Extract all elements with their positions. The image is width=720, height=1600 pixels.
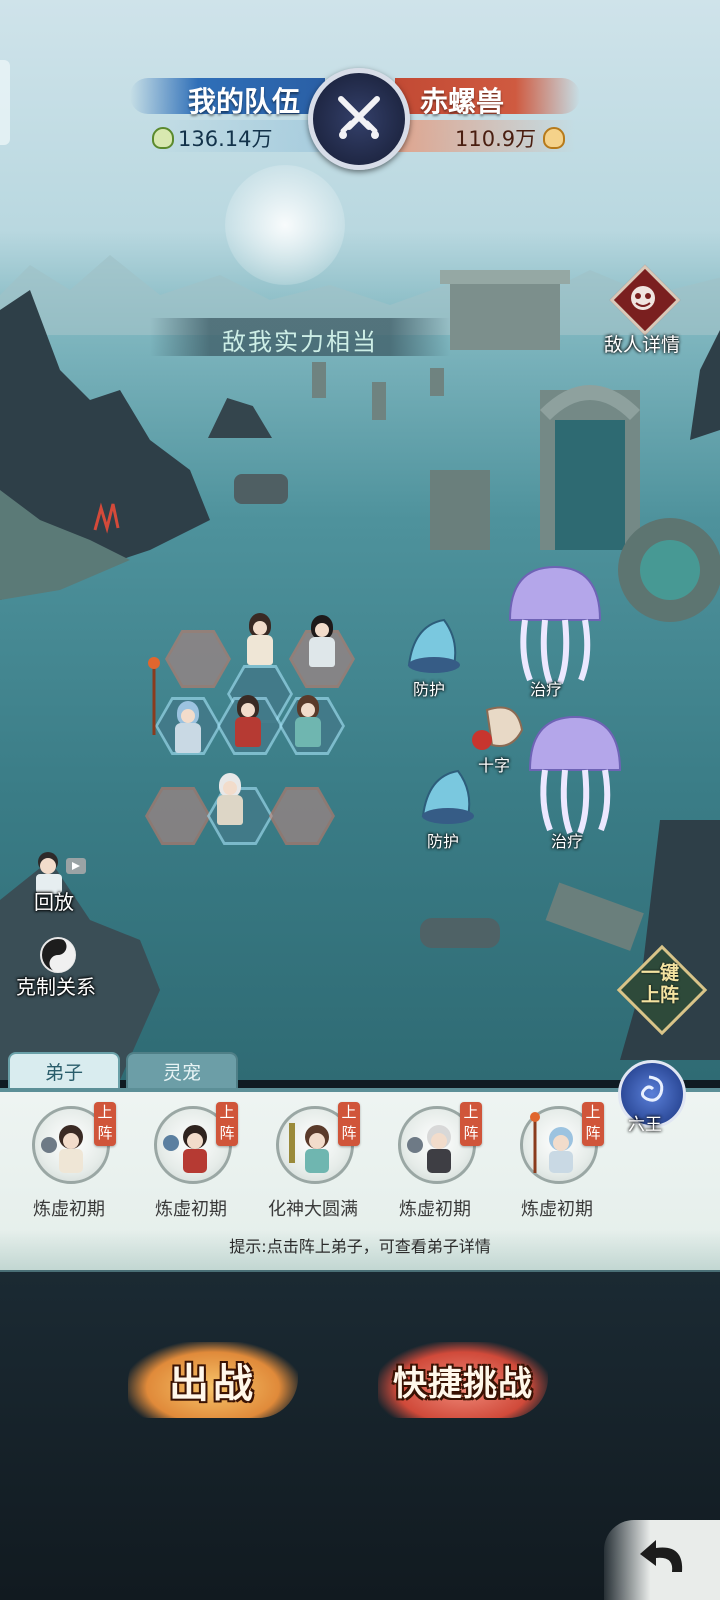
enemy-detail-label: 敌人详情 xyxy=(604,334,681,356)
my-team-banner: 我的队伍 xyxy=(130,78,325,118)
auto-deploy-label: 一键 上阵 xyxy=(640,962,679,1006)
strength-comparison-text: 敌我实力相当 xyxy=(222,328,378,356)
staff-icon xyxy=(148,657,160,735)
formation-slot[interactable] xyxy=(165,630,231,688)
jellyfish-enemy-icon[interactable] xyxy=(505,565,605,685)
battle-button-label: 出战 xyxy=(169,1360,257,1407)
deploy-tag: 上阵 xyxy=(216,1102,238,1146)
roster-slot[interactable]: 上阵 化神大圆满 xyxy=(258,1102,368,1222)
roster-slot[interactable]: 上阵 炼虚初期 xyxy=(380,1102,490,1222)
roster-slot[interactable]: 上阵 炼虚初期 xyxy=(502,1102,612,1222)
clam-enemy-icon[interactable] xyxy=(418,766,478,826)
rock xyxy=(420,918,500,948)
cultivation-rank: 炼虚初期 xyxy=(399,1199,471,1220)
back-arrow-icon xyxy=(640,1540,683,1572)
replay-button[interactable]: 回放 xyxy=(26,848,96,918)
deploy-tag: 上阵 xyxy=(338,1102,360,1146)
six-kings-label: 六王 xyxy=(628,1115,662,1135)
deploy-tag: 上阵 xyxy=(460,1102,482,1146)
enemy-role-label: 治疗 xyxy=(530,680,563,699)
enemy-power: 110.9万 xyxy=(385,120,575,152)
enemy-role-label: 十字 xyxy=(478,756,511,775)
formation-slot[interactable] xyxy=(145,787,211,845)
pillar xyxy=(312,362,326,398)
my-team-name: 我的队伍 xyxy=(187,85,300,118)
yin-yang-icon xyxy=(40,937,76,973)
enemy-role-label: 防护 xyxy=(413,680,446,699)
tab-disciples[interactable]: 弟子 xyxy=(8,1052,120,1092)
pillar xyxy=(372,382,386,420)
enemy-power-value: 110.9万 xyxy=(455,127,537,151)
counter-relations-button[interactable]: 克制关系 xyxy=(16,935,116,1005)
enemy-team-name: 赤螺兽 xyxy=(420,85,505,118)
pet-unit[interactable] xyxy=(171,701,205,757)
quick-challenge-button[interactable]: 快捷挑战 xyxy=(378,1342,548,1418)
deploy-tag: 上阵 xyxy=(582,1102,604,1146)
battle-button[interactable]: 出战 xyxy=(128,1342,298,1418)
counter-relations-label: 克制关系 xyxy=(16,975,96,999)
enemy-role-label: 治疗 xyxy=(551,832,584,851)
hermit-crab-enemy-icon[interactable] xyxy=(462,700,528,756)
cultivation-rank: 化神大圆满 xyxy=(268,1199,358,1220)
disciple-unit[interactable] xyxy=(291,695,325,751)
cultivation-rank: 炼虚初期 xyxy=(33,1199,105,1220)
right-rocks xyxy=(545,820,720,1060)
jellyfish-enemy-icon[interactable] xyxy=(525,715,625,835)
clam-enemy-icon[interactable] xyxy=(404,615,464,675)
disciple-unit[interactable] xyxy=(213,773,247,829)
rock xyxy=(234,474,288,504)
disciple-unit[interactable] xyxy=(231,695,265,751)
hint-text: 提示:点击阵上弟子，可查看弟子详情 xyxy=(229,1237,491,1256)
disciple-unit[interactable] xyxy=(243,613,277,669)
enemy-detail-button[interactable]: 敌人详情 xyxy=(604,264,692,356)
deploy-tag: 上阵 xyxy=(94,1102,116,1146)
cultivation-rank: 炼虚初期 xyxy=(521,1199,593,1220)
my-power-value: 136.14万 xyxy=(178,127,273,151)
battle-header: 我的队伍 赤螺兽 136.14万 110.9万 xyxy=(0,68,720,180)
enemy-team-banner: 赤螺兽 xyxy=(395,78,580,118)
tab-spirit-pets[interactable]: 灵宠 xyxy=(126,1052,238,1092)
pillar xyxy=(430,368,444,396)
lotus-icon xyxy=(152,127,174,149)
back-button[interactable] xyxy=(604,1520,720,1600)
strength-comparison-banner: 敌我实力相当 xyxy=(150,318,450,356)
cultivation-rank: 炼虚初期 xyxy=(155,1199,227,1220)
lotus-icon xyxy=(543,127,565,149)
crossed-swords-icon xyxy=(308,68,410,170)
quick-challenge-label: 快捷挑战 xyxy=(393,1363,533,1404)
replay-label: 回放 xyxy=(34,890,74,914)
roster-slot[interactable]: 上阵 炼虚初期 xyxy=(136,1102,246,1222)
enemy-role-label: 防护 xyxy=(427,832,460,851)
roster-slot[interactable]: 上阵 炼虚初期 xyxy=(14,1102,124,1222)
formation-slot[interactable] xyxy=(269,787,335,845)
monster-face-icon xyxy=(631,286,655,310)
disciple-unit[interactable] xyxy=(305,615,339,671)
